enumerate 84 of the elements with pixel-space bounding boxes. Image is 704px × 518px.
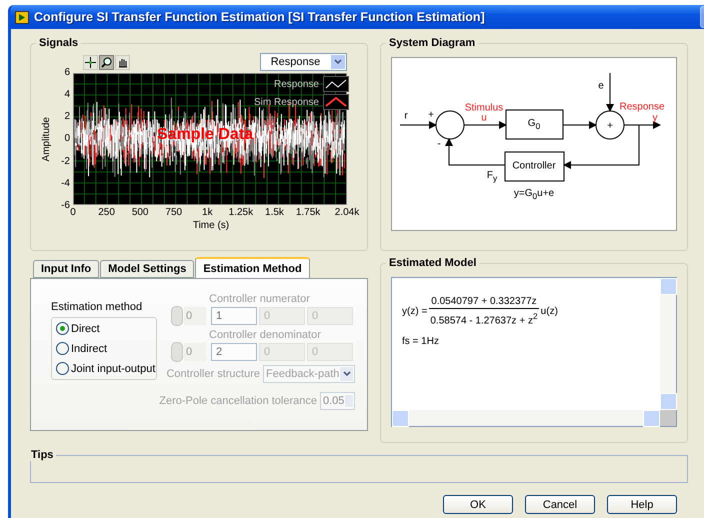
group-title: System Diagram bbox=[388, 37, 476, 49]
legend-swatch bbox=[323, 94, 349, 110]
axis-label: Amplitude bbox=[40, 117, 52, 162]
caret-icon bbox=[342, 371, 351, 377]
radio-option[interactable]: Joint input-output bbox=[56, 362, 156, 375]
signal-arrow bbox=[562, 121, 597, 129]
sampling-text: fs = 1Hz bbox=[402, 336, 440, 348]
denominator-text: 0.58574 - 1.27637z + z$^{2}$ bbox=[430, 310, 538, 326]
vertical-scrollbar[interactable] bbox=[660, 278, 676, 410]
signal-label: Response bbox=[619, 102, 665, 112]
scrollbar-corner bbox=[660, 410, 676, 426]
legend-label: Response bbox=[274, 78, 319, 90]
tick-label: -2 bbox=[61, 156, 70, 168]
tick-label: 0 bbox=[70, 207, 76, 218]
numerator-text: 0.0540797 + 0.332377z bbox=[429, 296, 539, 309]
radio-option[interactable]: Indirect bbox=[56, 342, 156, 355]
signal-arrow bbox=[606, 72, 614, 112]
tick-label: -4 bbox=[61, 178, 70, 190]
summing-junction bbox=[596, 110, 624, 140]
tick-label: -6 bbox=[61, 200, 70, 212]
tick-label: 0 bbox=[64, 133, 70, 146]
group-label: Estimation method bbox=[51, 301, 144, 313]
horizontal-scrollbar[interactable] bbox=[392, 410, 660, 426]
plant-block bbox=[506, 110, 564, 140]
radio-option[interactable]: Direct bbox=[56, 322, 156, 335]
block-label: G$_{0}$ bbox=[528, 118, 540, 132]
array-label: Controller denominator bbox=[208, 329, 322, 341]
signal-arrow bbox=[464, 121, 507, 129]
tick-label: 1.5k bbox=[265, 207, 284, 218]
hand-icon bbox=[117, 56, 128, 68]
group-title: Signals bbox=[38, 37, 80, 49]
crosshair-icon bbox=[85, 56, 96, 68]
sign-label: + bbox=[428, 110, 434, 120]
tick-label: 2 bbox=[64, 111, 70, 124]
group-title: Tips bbox=[30, 449, 54, 461]
window-title: Configure SI Transfer Function Estimation [SI Transfer Function Estimation] bbox=[34, 10, 485, 24]
signal-label: r bbox=[404, 110, 408, 122]
plot-tool-button[interactable] bbox=[99, 54, 114, 70]
tick-label: 500 bbox=[132, 207, 148, 218]
signal-label: e bbox=[598, 80, 604, 92]
legend-swatch bbox=[323, 76, 349, 92]
signal-dropdown[interactable]: Response bbox=[260, 53, 347, 71]
tick-label: 4 bbox=[64, 89, 70, 102]
tab[interactable]: Input Info bbox=[33, 260, 100, 278]
tick-label: 250 bbox=[98, 207, 115, 218]
tick-label: 1k bbox=[202, 207, 213, 218]
zoom-icon bbox=[101, 56, 112, 68]
app-icon bbox=[15, 10, 29, 24]
sign-label: - bbox=[437, 138, 441, 150]
signal-label: u bbox=[481, 112, 487, 124]
block-label: Controller bbox=[512, 160, 556, 172]
field-label: Zero-Pole cancellation tolerance bbox=[159, 395, 317, 407]
signal-arrow bbox=[624, 121, 661, 129]
legend-label: Sim Response bbox=[254, 96, 319, 108]
field-label: Controller structure bbox=[166, 368, 260, 380]
signal-label: Stimulus bbox=[464, 102, 504, 114]
tab[interactable]: Model Settings bbox=[100, 260, 194, 278]
group-title: Estimated Model bbox=[388, 257, 478, 269]
dialog-button[interactable]: Help bbox=[607, 495, 677, 514]
tick-label: 6 bbox=[64, 67, 70, 79]
signal-label: F$_{y}$ bbox=[486, 170, 498, 184]
tick-label: 750 bbox=[165, 207, 182, 218]
signal-arrow bbox=[400, 121, 437, 129]
summing-junction bbox=[436, 110, 464, 140]
equation-text: y=G$_{0}$u+e bbox=[514, 188, 554, 202]
caret-icon bbox=[334, 59, 342, 65]
feedback-arrow bbox=[445, 138, 506, 166]
equation-text: u(z) bbox=[540, 306, 558, 317]
tick-label: 1.25k bbox=[228, 207, 254, 218]
index-spinner[interactable] bbox=[171, 342, 183, 362]
dialog-button[interactable]: Cancel bbox=[525, 495, 595, 514]
plot-tool-button[interactable] bbox=[83, 54, 98, 70]
index-spinner[interactable] bbox=[171, 306, 183, 326]
tick-label: 2.04k bbox=[334, 207, 360, 218]
controller-block bbox=[504, 152, 564, 182]
signal-label: y bbox=[652, 112, 658, 124]
sign-label: + bbox=[607, 120, 613, 132]
tick-label: 1.75k bbox=[296, 207, 320, 218]
axis-label: Time (s) bbox=[192, 220, 230, 233]
dialog-button[interactable]: OK bbox=[443, 495, 513, 514]
plot-tool-button[interactable] bbox=[115, 54, 130, 70]
array-label: Controller numerator bbox=[208, 293, 311, 305]
equation-text: y(z) = bbox=[402, 306, 428, 317]
tab[interactable]: Estimation Method bbox=[195, 257, 310, 278]
